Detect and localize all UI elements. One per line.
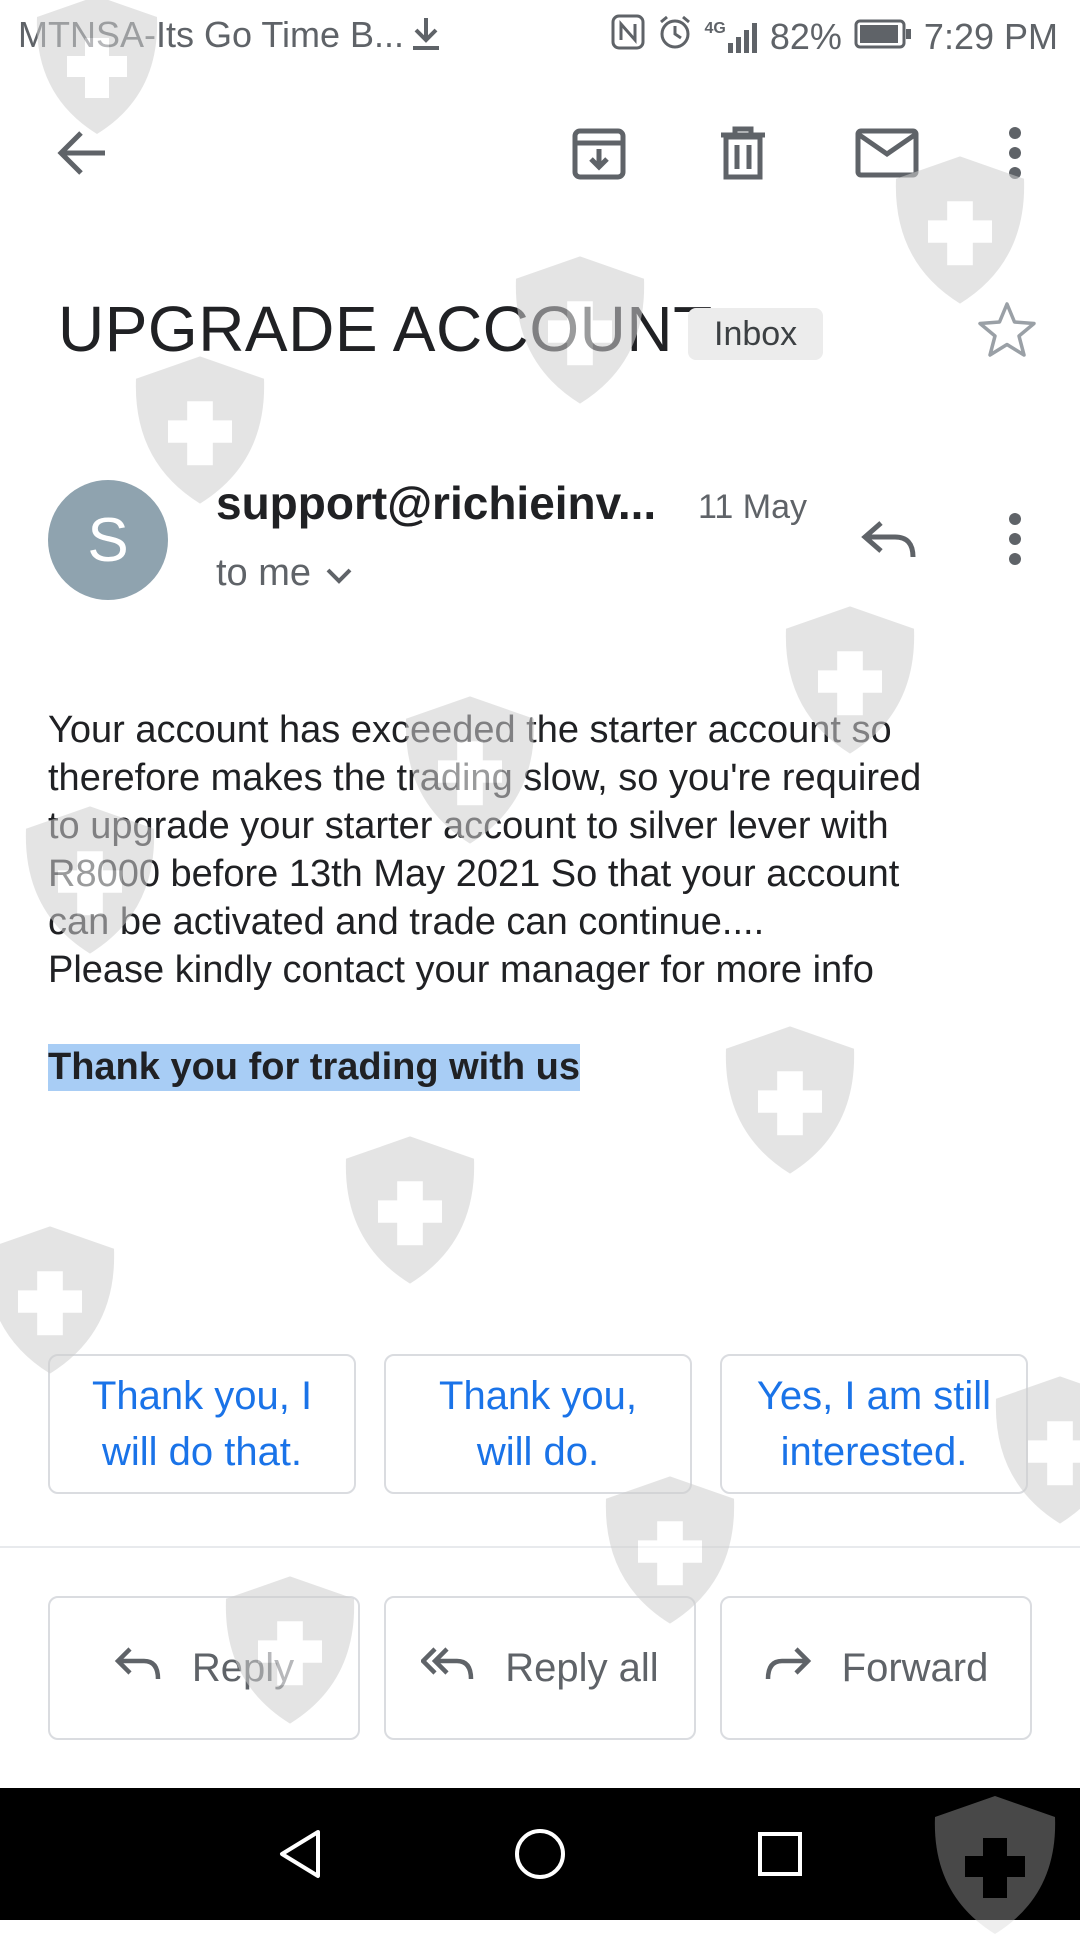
signal-icon: 4G (704, 19, 758, 53)
back-button[interactable] (46, 118, 120, 192)
reply-label: Reply (191, 1645, 295, 1690)
download-icon (410, 16, 442, 57)
nav-recents-button[interactable] (748, 1824, 812, 1888)
avatar[interactable]: S (48, 480, 168, 600)
reply-all-label: Reply all (505, 1645, 659, 1690)
delete-button[interactable] (706, 118, 780, 192)
body-line: R8000 before 13th May 2021 So that your … (48, 853, 900, 895)
smart-reply-line: Thank you, (439, 1374, 637, 1418)
smart-reply-3[interactable]: Yes, I am still interested. (720, 1354, 1028, 1494)
reply-icon (114, 1645, 162, 1691)
inbox-label[interactable]: Inbox (688, 308, 824, 360)
archive-button[interactable] (562, 118, 636, 192)
reply-icon (861, 517, 917, 566)
status-bar: MTNSA-Its Go Time B... 4G 82% 7:29 PM (0, 0, 1080, 76)
nav-back-button[interactable] (268, 1824, 332, 1888)
clock: 7:29 PM (923, 15, 1058, 57)
watermark-shield-icon (345, 1136, 475, 1284)
reply-all-icon (420, 1645, 475, 1691)
body-line: to upgrade your starter account to silve… (48, 805, 889, 847)
reply-button[interactable]: Reply (48, 1596, 360, 1740)
smart-reply-1[interactable]: Thank you, I will do that. (48, 1354, 356, 1494)
body-line: Your account has exceeded the starter ac… (48, 709, 892, 751)
circle-home-icon (513, 1827, 567, 1886)
arrow-left-icon (55, 125, 111, 186)
square-recents-icon (756, 1830, 804, 1883)
star-icon (976, 302, 1038, 364)
more-options-button[interactable] (978, 118, 1052, 192)
chevron-down-icon (325, 552, 353, 595)
watermark-shield-icon (725, 1026, 855, 1174)
smart-reply-line: Thank you, I (91, 1374, 313, 1418)
notification-text: MTNSA-Its Go Time B... (18, 14, 405, 55)
nav-home-button[interactable] (508, 1824, 572, 1888)
reply-all-button[interactable]: Reply all (384, 1596, 696, 1740)
forward-icon (764, 1645, 812, 1691)
more-vert-icon (1007, 126, 1023, 184)
recipient-details[interactable]: to me (216, 552, 353, 595)
smart-reply-line: interested. (780, 1430, 968, 1474)
body-line: therefore makes the trading slow, so you… (48, 757, 922, 799)
archive-icon (571, 125, 627, 186)
sender-address[interactable]: support@richieinv... (216, 476, 656, 530)
smart-reply-2[interactable]: Thank you, will do. (384, 1354, 692, 1494)
email-closing: Thank you for trading with us (48, 1044, 580, 1091)
smart-reply-line: Yes, I am still (756, 1374, 992, 1418)
divider (0, 1546, 1080, 1548)
battery-percent: 82% (769, 15, 842, 57)
forward-label: Forward (841, 1645, 989, 1690)
message-more-button[interactable] (978, 504, 1052, 578)
smart-reply-line: will do that. (101, 1430, 303, 1474)
nfc-icon (611, 14, 645, 59)
reply-quick-button[interactable] (852, 504, 926, 578)
email-date: 11 May (698, 488, 807, 526)
battery-icon (854, 16, 912, 58)
email-body: Your account has exceeded the starter ac… (48, 706, 1038, 994)
star-button[interactable] (976, 300, 1038, 365)
body-line: can be activated and trade can continue.… (48, 901, 765, 943)
alarm-icon (657, 14, 693, 59)
more-vert-icon (1007, 512, 1023, 570)
mail-icon (855, 128, 919, 183)
email-subject: UPGRADE ACCOUNT (58, 293, 713, 365)
body-line: Please kindly contact your manager for m… (48, 949, 874, 991)
mark-unread-button[interactable] (850, 118, 924, 192)
smart-reply-line: will do. (476, 1430, 600, 1474)
system-nav-bar (0, 1788, 1080, 1920)
trash-icon (717, 125, 769, 186)
forward-button[interactable]: Forward (720, 1596, 1032, 1740)
triangle-back-icon (276, 1828, 324, 1885)
network-type: 4G (704, 19, 726, 37)
recipient-label: to me (216, 552, 312, 594)
